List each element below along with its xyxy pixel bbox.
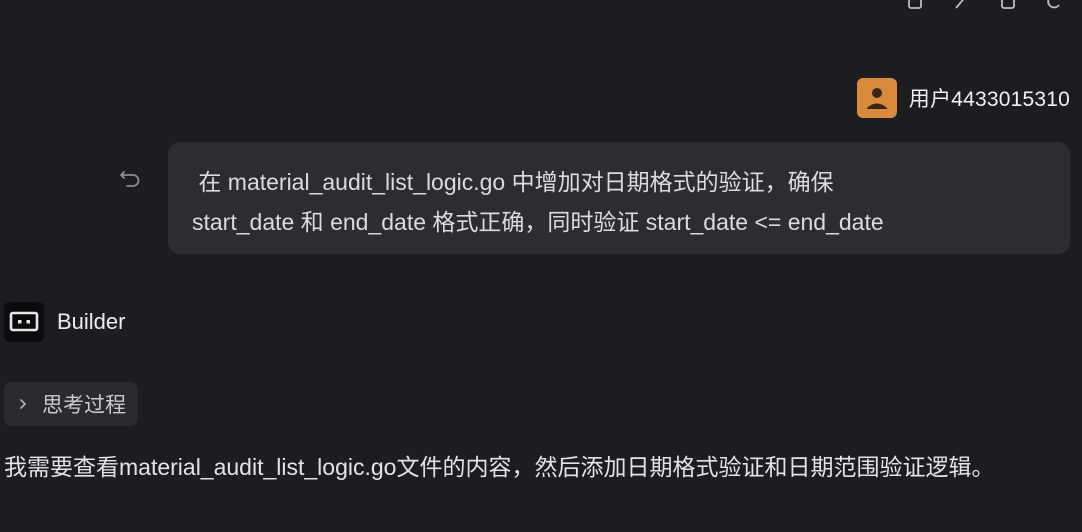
assistant-name: Builder xyxy=(57,309,126,334)
undo-icon[interactable] xyxy=(118,166,144,190)
user-name: 用户4433015310 xyxy=(908,88,1070,111)
copy-icon[interactable] xyxy=(906,0,926,9)
message-toolbar xyxy=(906,0,1064,9)
user-message-bubble: 在 material_audit_list_logic.go 中增加对日期格式的… xyxy=(168,142,1070,254)
avatar xyxy=(856,78,897,118)
assistant-header: Builder xyxy=(4,302,125,342)
assistant-reply: 我需要查看material_audit_list_logic.go文件的内容，然… xyxy=(4,454,995,480)
chevron-right-icon xyxy=(20,399,26,409)
user-message-line: start_date 和 end_date 格式正确，同时验证 start_da… xyxy=(192,209,884,235)
thinking-process-toggle[interactable]: 思考过程 xyxy=(4,382,138,426)
refresh-icon[interactable] xyxy=(1044,0,1064,9)
bookmark-icon[interactable] xyxy=(998,0,1018,9)
user-avatar-icon xyxy=(866,88,887,109)
chat-page: 用户4433015310 在 material_audit_list_logic… xyxy=(0,0,1082,532)
user-header: 用户4433015310 xyxy=(856,78,1070,118)
user-message-line: 在 material_audit_list_logic.go 中增加对日期格式的… xyxy=(192,169,834,195)
thinking-process-label: 思考过程 xyxy=(42,394,126,417)
builder-logo-icon xyxy=(4,302,44,342)
edit-icon[interactable] xyxy=(952,0,972,9)
